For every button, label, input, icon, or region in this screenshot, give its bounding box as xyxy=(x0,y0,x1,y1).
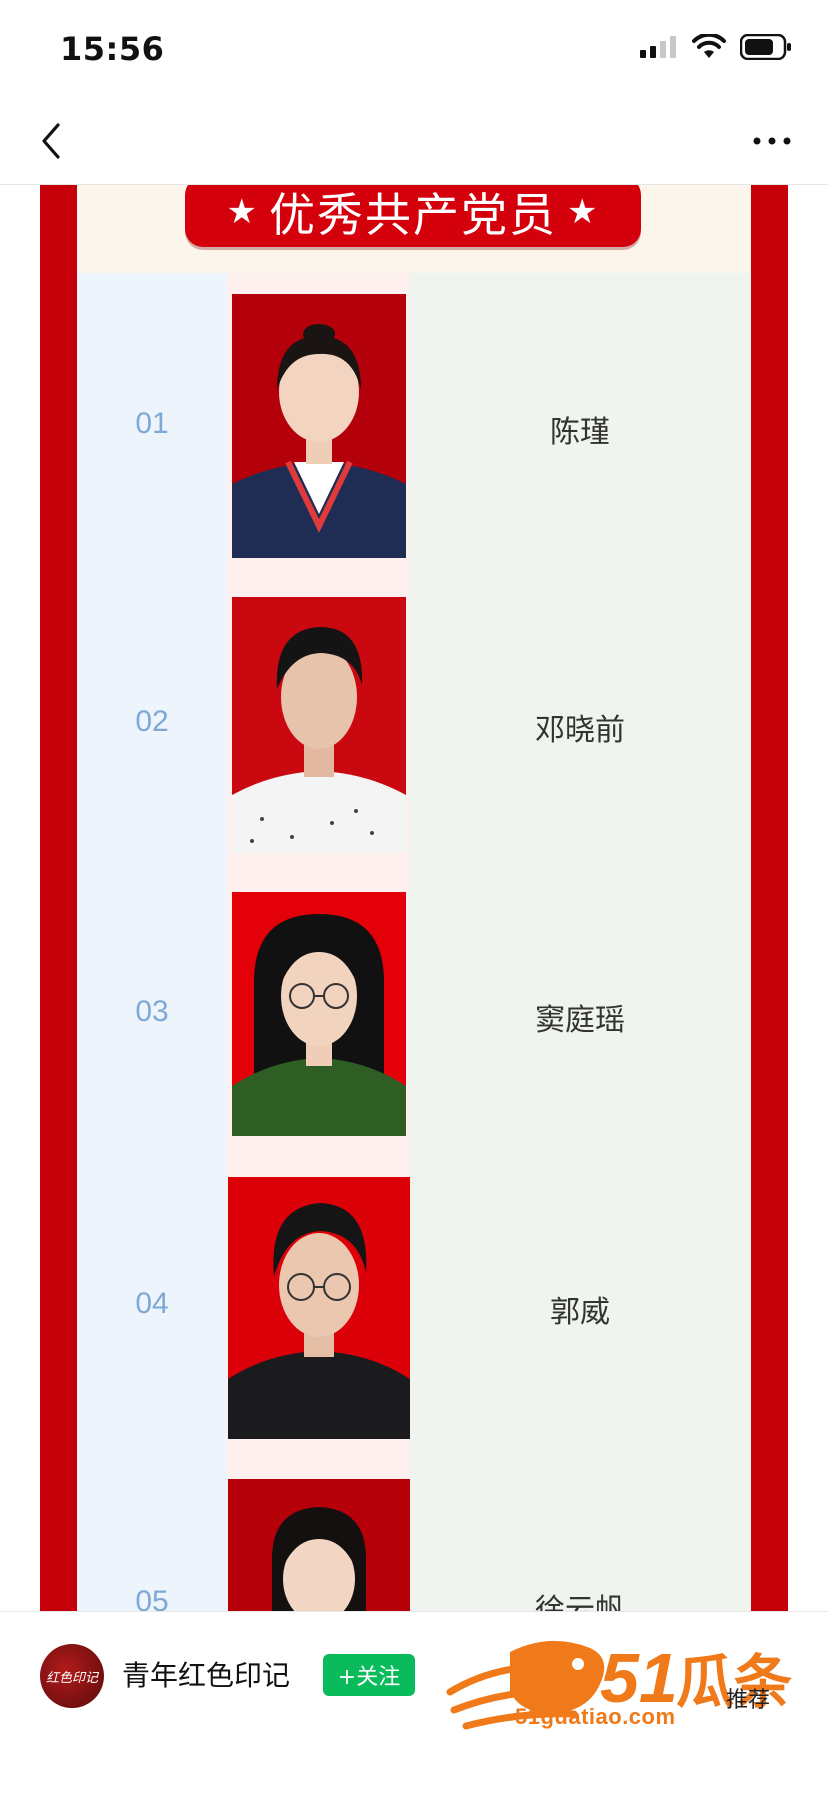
bottom-bar: 红色印记 青年红色印记 +关注 51 瓜条 51guatiao.com 推荐 xyxy=(0,1611,828,1793)
portrait-image xyxy=(232,597,406,853)
avatar-logo-text: 红色印记 xyxy=(45,1670,98,1686)
member-photo[interactable] xyxy=(232,294,406,558)
member-photo[interactable] xyxy=(232,597,406,853)
back-button[interactable] xyxy=(26,116,76,166)
number-column xyxy=(77,273,227,1611)
cellular-signal-icon xyxy=(640,36,676,58)
chevron-left-icon xyxy=(42,123,60,159)
wifi-icon xyxy=(692,34,726,58)
account-avatar[interactable]: 红色印记 xyxy=(40,1644,104,1708)
account-name[interactable]: 青年红色印记 xyxy=(122,1654,290,1694)
member-name: 邓晓前 xyxy=(535,713,625,748)
star-icon: ★ xyxy=(567,192,600,232)
portrait-image xyxy=(232,294,406,558)
article-content[interactable]: ★ 优秀共产党员 ★ 01 陈瑾 02 邓晓前 03 窦庭瑶 04 郭威 05 … xyxy=(0,185,828,1611)
follow-button[interactable]: +关注 xyxy=(323,1654,415,1696)
member-photo[interactable] xyxy=(228,1177,410,1439)
portrait-image xyxy=(228,1177,410,1439)
row-number: 02 xyxy=(135,705,169,738)
more-options-button[interactable] xyxy=(742,116,802,166)
member-name: 徐云帆 xyxy=(535,1593,625,1611)
name-column xyxy=(409,273,751,1611)
portrait-image xyxy=(232,892,406,1136)
banner-title: 优秀共产党员 xyxy=(269,188,557,242)
member-name: 窦庭瑶 xyxy=(535,1003,625,1038)
navigation-bar xyxy=(0,100,828,185)
ellipsis-icon xyxy=(753,137,791,145)
status-bar: 15:56 xyxy=(0,0,828,100)
battery-icon xyxy=(740,34,791,60)
portrait-image xyxy=(228,1479,410,1611)
status-time: 15:56 xyxy=(60,30,165,68)
row-number: 05 xyxy=(135,1585,169,1611)
member-name: 郭威 xyxy=(550,1295,610,1330)
member-table: ★ 优秀共产党员 ★ 01 陈瑾 02 邓晓前 03 窦庭瑶 04 郭威 05 … xyxy=(77,185,751,1611)
member-name: 陈瑾 xyxy=(550,415,610,450)
watermark-domain: 51guatiao.com xyxy=(515,1704,676,1729)
status-icons xyxy=(638,34,792,60)
row-number: 03 xyxy=(135,995,169,1028)
member-photo[interactable] xyxy=(232,892,406,1136)
row-number: 04 xyxy=(135,1287,169,1320)
recommend-button[interactable]: 推荐 xyxy=(726,1682,770,1714)
member-photo[interactable] xyxy=(228,1479,410,1611)
star-icon: ★ xyxy=(226,192,259,232)
section-banner: ★ 优秀共产党员 ★ xyxy=(185,185,641,247)
row-number: 01 xyxy=(135,407,169,440)
